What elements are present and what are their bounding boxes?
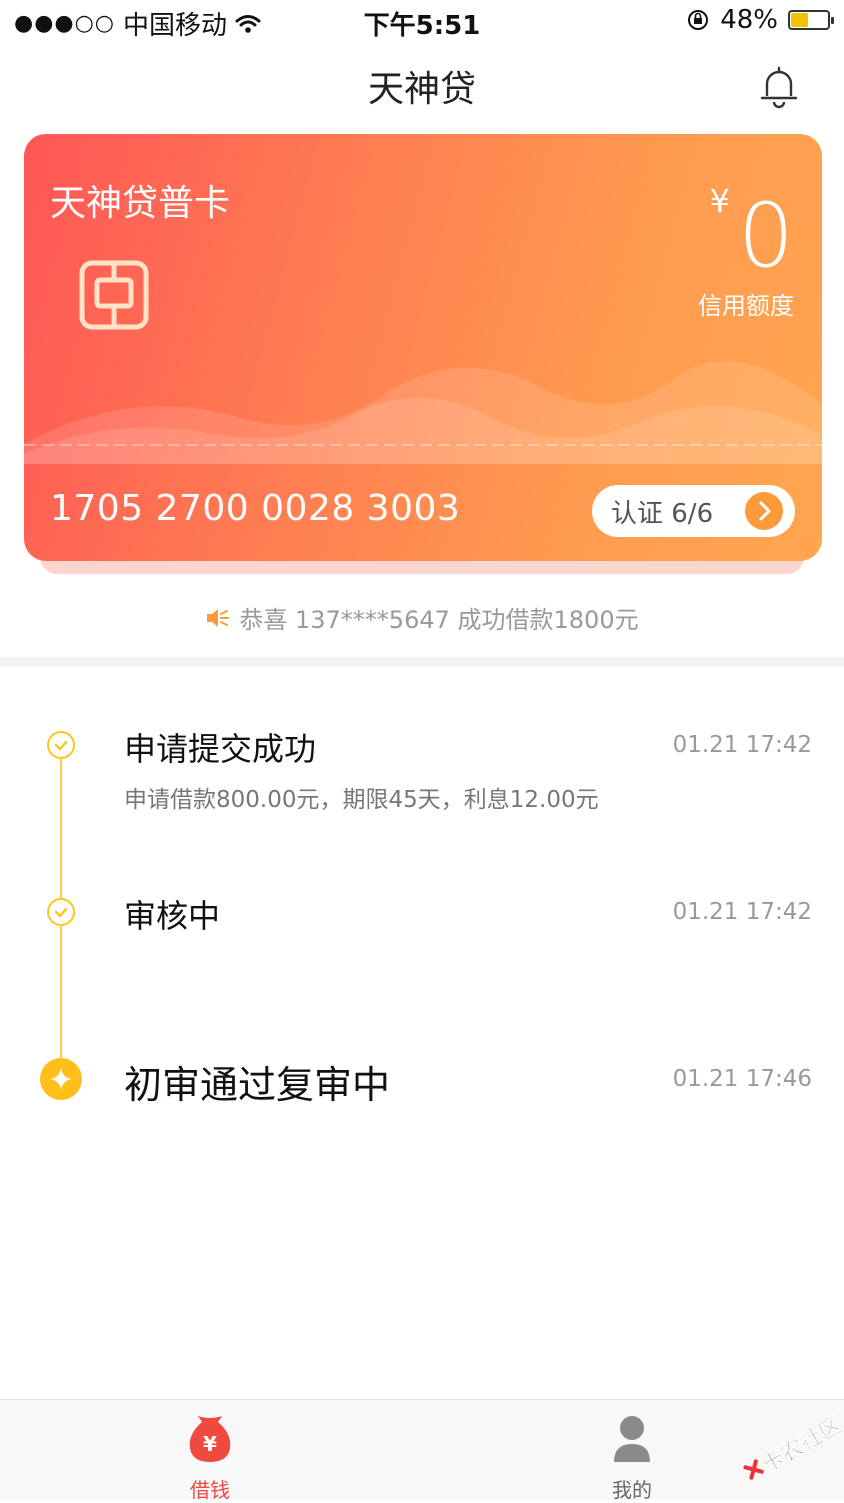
timeline-step-time: 01.21 17:42 <box>672 899 812 925</box>
watermark-logo: 卡农社区 <box>743 1412 842 1480</box>
credit-limit-block: 0 信用额度 <box>698 192 794 321</box>
timeline-step-time: 01.21 17:46 <box>672 1066 812 1092</box>
battery-level <box>791 13 809 27</box>
verification-button[interactable]: 认证 6/6 <box>592 485 795 537</box>
money-bag-icon: ¥ <box>189 1416 231 1462</box>
loan-announcement: 恭喜 137****5647 成功借款1800元 <box>0 600 844 635</box>
tab-borrow-label: 借钱 <box>190 1478 230 1502</box>
battery-percent: 48% <box>720 5 778 35</box>
timeline-step-time: 01.21 17:42 <box>672 732 812 758</box>
user-icon <box>614 1416 650 1462</box>
timeline-step-title: 初审通过复审中 <box>124 1063 391 1107</box>
card-chip-icon <box>79 260 149 330</box>
timeline-check-icon <box>47 731 75 759</box>
orientation-lock-icon <box>688 10 709 30</box>
speaker-icon <box>207 608 230 627</box>
svg-text:¥: ¥ <box>203 1432 217 1456</box>
credit-card[interactable]: 天神贷普卡 ¥ 0 信用额度 1705 2700 0028 3003 认证 6/… <box>24 134 822 561</box>
battery-icon <box>788 10 834 30</box>
tab-bar: ¥ 借钱 我的 <box>0 1399 844 1502</box>
card-name: 天神贷普卡 <box>50 183 231 224</box>
credit-limit-label: 信用额度 <box>698 292 794 320</box>
credit-limit-amount: 0 <box>738 184 794 287</box>
page-title: 天神贷 <box>367 69 476 110</box>
section-divider <box>0 657 844 667</box>
tab-mine-label: 我的 <box>612 1478 652 1502</box>
timeline-step-desc: 申请借款800.00元，期限45天，利息12.00元 <box>124 787 599 813</box>
status-right: 48% <box>686 5 834 35</box>
watermark-text: 卡农社区 <box>757 1412 842 1478</box>
bell-icon[interactable] <box>755 62 803 110</box>
timeline-current-star-icon <box>40 1058 82 1100</box>
timeline-step-title: 审核中 <box>124 897 221 935</box>
timeline-check-icon <box>47 898 75 926</box>
timeline-step-title: 申请提交成功 <box>124 730 317 768</box>
announcement-text: 恭喜 137****5647 成功借款1800元 <box>239 606 639 634</box>
verification-label: 认证 6/6 <box>611 498 714 529</box>
card-number: 1705 2700 0028 3003 <box>50 488 461 529</box>
chevron-right-icon <box>745 492 783 530</box>
status-bar: ●●●○○ 中国移动 下午5:51 48% <box>0 0 844 42</box>
card-perforation <box>24 444 822 446</box>
